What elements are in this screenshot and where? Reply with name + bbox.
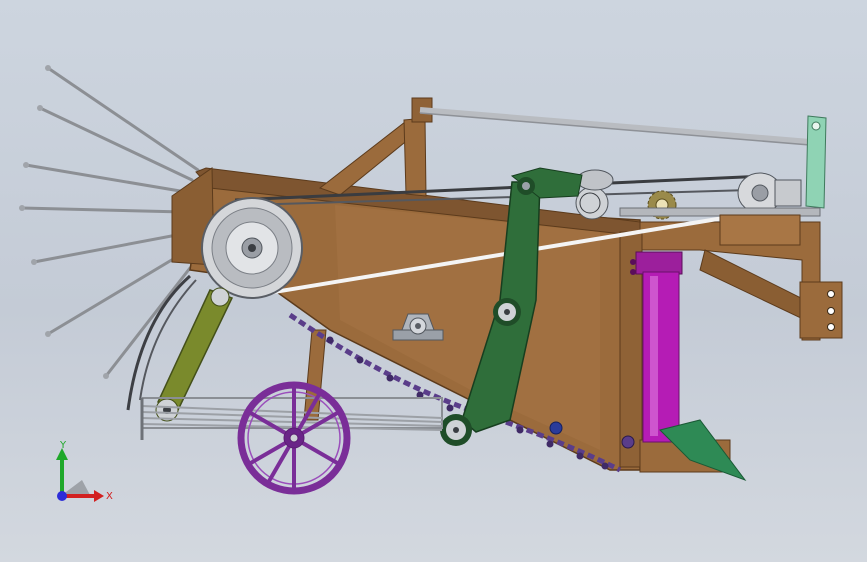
upper-tie-rod-shade <box>419 112 811 146</box>
view-orientation-triad[interactable]: Y X <box>40 438 120 518</box>
cad-viewport[interactable]: Y X <box>0 0 867 562</box>
triad-y-label: Y <box>59 440 67 451</box>
frame-bolt <box>549 421 563 435</box>
triad-x-label: X <box>106 491 113 502</box>
hydraulic-cylinder-housing <box>635 251 683 275</box>
hydraulic-cylinder <box>642 271 680 443</box>
truss-strut-right <box>403 117 427 197</box>
crank-link-top-pin <box>210 287 230 307</box>
lower-strut <box>303 329 327 421</box>
upper-tie-rod <box>419 107 811 145</box>
crank-link-olive <box>156 289 234 411</box>
triad-z-axis <box>57 491 67 501</box>
rake-tine-tips <box>19 65 109 379</box>
hitch-brace <box>699 249 806 321</box>
hitch-holes <box>827 290 835 331</box>
frame-bolt-2 <box>621 435 635 449</box>
idler-pulley <box>576 169 614 191</box>
harvester-3d-model[interactable] <box>0 0 867 562</box>
triad-gray-plane <box>62 480 90 495</box>
ground-wheel <box>237 381 351 495</box>
triad-x-arrow <box>94 490 104 502</box>
driven-pulley-right <box>737 172 802 214</box>
hitch-plate <box>799 281 843 339</box>
hydraulic-cylinder-highlight <box>650 276 658 436</box>
main-drive-pulley <box>201 197 303 299</box>
top-link-pin <box>811 121 821 131</box>
shaft-mount-plate <box>719 214 801 246</box>
